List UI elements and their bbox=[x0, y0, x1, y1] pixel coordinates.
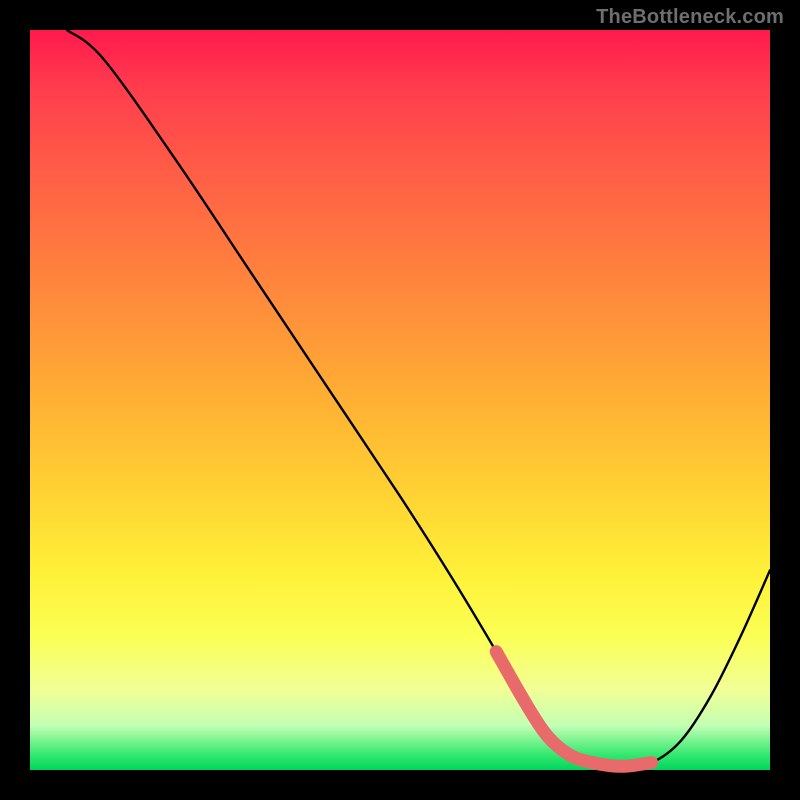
series-line bbox=[67, 30, 770, 766]
watermark-text: TheBottleneck.com bbox=[596, 6, 784, 29]
chart-svg bbox=[30, 30, 770, 770]
chart-frame: TheBottleneck.com bbox=[0, 0, 800, 800]
highlight-segment bbox=[496, 652, 651, 767]
plot-area bbox=[30, 30, 770, 770]
